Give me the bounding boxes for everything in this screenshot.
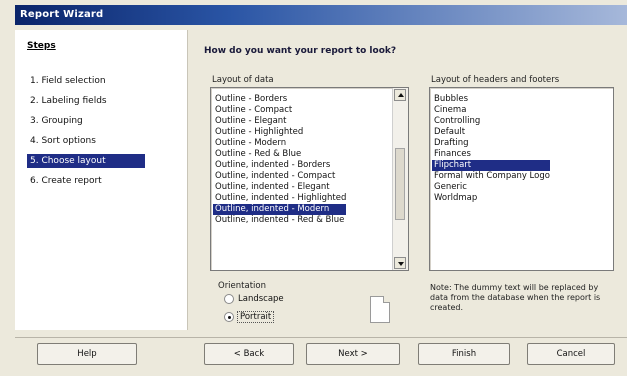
layout-data-label: Layout of data: [212, 75, 274, 85]
layout_headers-item[interactable]: Controlling: [432, 116, 550, 127]
back-button[interactable]: < Back: [204, 343, 294, 365]
scroll-thumb[interactable]: [395, 148, 405, 220]
step-labeling-fields[interactable]: 2. Labeling fields: [27, 94, 145, 108]
layout_headers-item[interactable]: Finances: [432, 149, 550, 160]
next-button[interactable]: Next >: [306, 343, 400, 365]
steps-panel: Steps 1. Field selection 2. Labeling fie…: [15, 30, 188, 330]
orientation-portrait[interactable]: Portrait: [224, 310, 275, 324]
layout_headers-item[interactable]: Cinema: [432, 105, 550, 116]
page-heading: How do you want your report to look?: [204, 46, 397, 56]
step-create-report[interactable]: 6. Create report: [27, 174, 145, 188]
layout_data-item[interactable]: Outline - Modern: [213, 138, 346, 149]
button-separator: [15, 337, 627, 338]
help-button[interactable]: Help: [37, 343, 137, 365]
layout_data-item[interactable]: Outline, indented - Elegant: [213, 182, 346, 193]
layout_data-item[interactable]: Outline - Elegant: [213, 116, 346, 127]
portrait-label: Portrait: [236, 311, 275, 323]
finish-button[interactable]: Finish: [418, 343, 510, 365]
layout_data-item[interactable]: Outline, indented - Red & Blue: [213, 215, 346, 226]
layout_headers-item[interactable]: Worldmap: [432, 193, 550, 204]
landscape-label: Landscape: [238, 294, 284, 304]
landscape-radio[interactable]: [224, 294, 234, 304]
step-choose-layout[interactable]: 5. Choose layout: [27, 154, 145, 168]
layout_data-item[interactable]: Outline - Highlighted: [213, 127, 346, 138]
title-bar[interactable]: Report Wizard: [15, 5, 627, 25]
layout_headers-item[interactable]: Default: [432, 127, 550, 138]
layout_data-item[interactable]: Outline, indented - Modern: [213, 204, 347, 215]
layout_data-item[interactable]: Outline, indented - Highlighted: [213, 193, 346, 204]
layout-headers-listbox[interactable]: Bubbles Cinema Controlling Default Drafting F…: [429, 87, 614, 271]
portrait-radio[interactable]: [224, 312, 234, 322]
layout_headers-item[interactable]: Formal with Company Logo: [432, 171, 550, 182]
page-orientation-icon: [370, 296, 390, 323]
layout-headers-label: Layout of headers and footers: [431, 75, 560, 85]
layout_headers-item[interactable]: Generic: [432, 182, 550, 193]
layout_data-item[interactable]: Outline - Red & Blue: [213, 149, 346, 160]
report-wizard-window: Report Wizard Steps 1. Field selection 2…: [0, 0, 627, 376]
layout_data-item[interactable]: Outline, indented - Borders: [213, 160, 346, 171]
orientation-label: Orientation: [218, 281, 266, 291]
step-grouping[interactable]: 3. Grouping: [27, 114, 145, 128]
layout_data-item[interactable]: Outline - Compact: [213, 105, 346, 116]
dummy-text-note: Note: The dummy text will be replaced by…: [430, 283, 601, 312]
steps-title: Steps: [27, 41, 56, 51]
step-sort-options[interactable]: 4. Sort options: [27, 134, 145, 148]
window-title: Report Wizard: [20, 9, 104, 20]
layout_data-item[interactable]: Outline - Borders: [213, 94, 346, 105]
step-field-selection[interactable]: 1. Field selection: [27, 74, 145, 88]
layout-data-scrollbar[interactable]: [392, 88, 408, 270]
cancel-button[interactable]: Cancel: [527, 343, 615, 365]
scroll-up-arrow-icon[interactable]: [394, 89, 406, 101]
orientation-landscape[interactable]: Landscape: [224, 292, 284, 306]
layout_data-item[interactable]: Outline, indented - Compact: [213, 171, 346, 182]
layout-data-listbox[interactable]: Outline - Borders Outline - Compact Outlin…: [210, 87, 409, 271]
layout_headers-item[interactable]: Bubbles: [432, 94, 550, 105]
scroll-down-arrow-icon[interactable]: [394, 257, 406, 269]
layout_headers-item[interactable]: Drafting: [432, 138, 550, 149]
layout_headers-item[interactable]: Flipchart: [432, 160, 550, 171]
